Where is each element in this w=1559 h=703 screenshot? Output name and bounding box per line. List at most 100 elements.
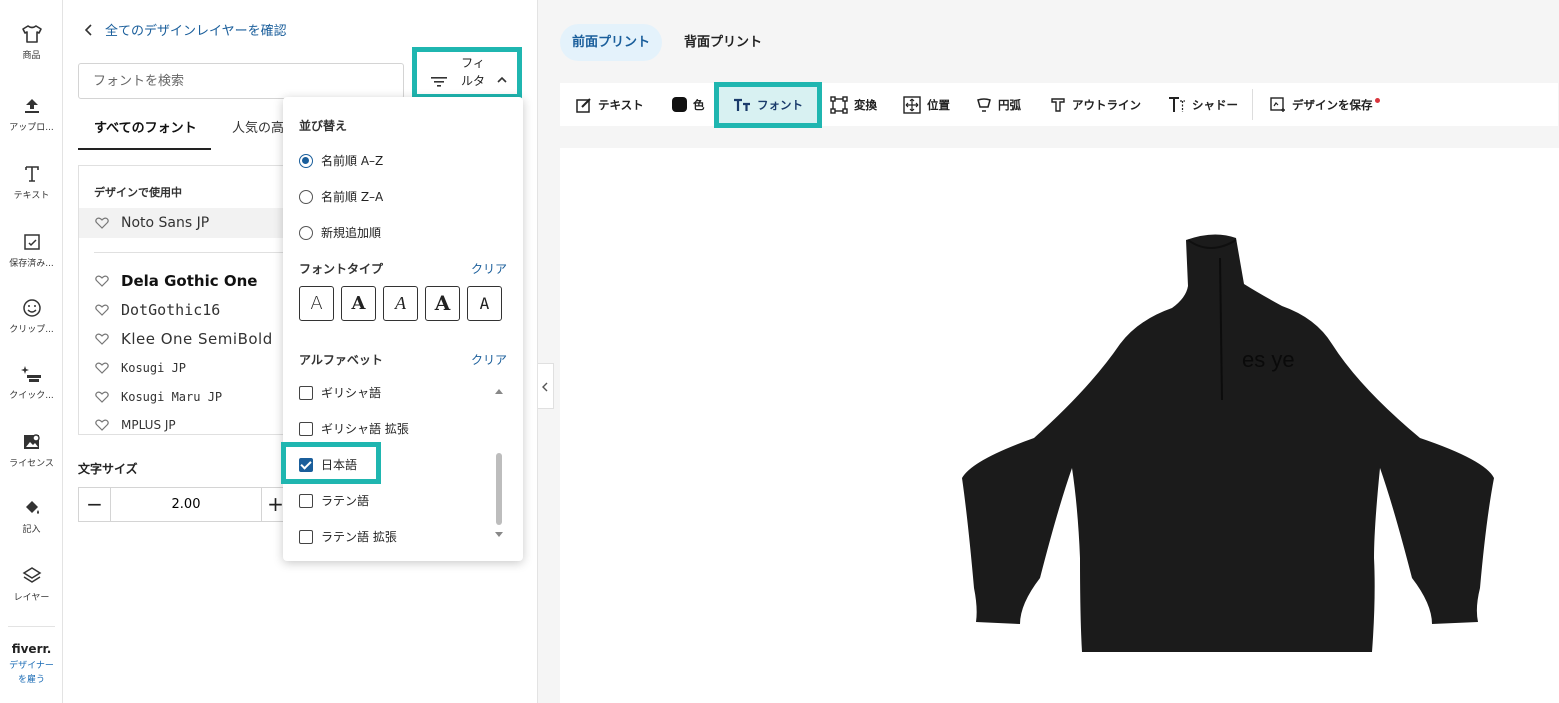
heart-icon[interactable] <box>95 333 109 345</box>
tool-text[interactable]: テキスト <box>576 83 644 126</box>
font-name: Klee One SemiBold <box>121 330 273 348</box>
alphabet-label: ギリシャ語 拡張 <box>321 422 409 436</box>
rail-item-layers[interactable]: レイヤー <box>0 566 63 603</box>
checkbox[interactable] <box>299 493 313 508</box>
alphabet-latin[interactable]: ラテン語 <box>299 492 369 509</box>
font-name: MPLUS JP <box>121 418 176 432</box>
sort-option-az[interactable]: 名前順 A–Z <box>299 152 383 169</box>
filter-button[interactable]: フィ ルタ <box>412 47 522 99</box>
font-type-display[interactable]: A <box>425 286 460 321</box>
font-item[interactable]: Kosugi JP <box>79 353 308 383</box>
font-type-serif[interactable]: A <box>341 286 376 321</box>
hire-designer-line1: デザイナー <box>9 661 54 671</box>
garment-print-text: es ye <box>1242 347 1295 372</box>
radio[interactable] <box>299 189 313 204</box>
font-type-title: フォントタイプ <box>299 262 384 276</box>
heart-icon[interactable] <box>95 304 109 316</box>
hire-designer-link[interactable]: fiverr. デザイナー を雇う <box>0 642 63 687</box>
font-type-clear-link[interactable]: クリア <box>471 260 507 277</box>
font-item[interactable]: Dela Gothic One <box>79 266 308 296</box>
alphabet-scrollbar[interactable] <box>493 387 505 547</box>
collapse-panel-button[interactable] <box>538 363 554 409</box>
tool-transform[interactable]: 変換 <box>830 83 877 126</box>
rail-item-fill[interactable]: 記入 <box>0 498 63 535</box>
fiverr-logo: fiverr. <box>11 642 52 656</box>
tool-label: テキスト <box>598 97 644 112</box>
radio-selected[interactable] <box>299 153 313 168</box>
tool-shadow[interactable]: シャドー <box>1168 83 1238 126</box>
heart-icon[interactable] <box>95 217 109 229</box>
tab-all-fonts[interactable]: すべてのフォント <box>78 112 211 150</box>
rail-label: テキスト <box>13 191 50 201</box>
text-icon <box>24 166 39 182</box>
rail-divider <box>8 626 55 627</box>
rail-label: 商品 <box>22 51 41 61</box>
heart-icon[interactable] <box>95 275 109 287</box>
tab-back-print[interactable]: 背面プリント <box>672 24 774 61</box>
alphabet-greek[interactable]: ギリシャ語 <box>299 384 381 401</box>
scrollbar-thumb[interactable] <box>496 453 502 525</box>
sort-option-newest[interactable]: 新規追加順 <box>299 224 381 241</box>
font-type-mono[interactable]: A <box>467 286 502 321</box>
sort-option-label: 新規追加順 <box>321 226 382 240</box>
font-type-sans[interactable]: A <box>299 286 334 321</box>
checkbox[interactable] <box>299 529 313 544</box>
save-design-icon <box>1270 96 1285 112</box>
checkbox[interactable] <box>299 385 313 400</box>
tab-front-print[interactable]: 前面プリント <box>560 24 663 61</box>
radio[interactable] <box>299 225 313 240</box>
tool-color[interactable]: 色 <box>672 83 705 126</box>
font-type-script[interactable]: A <box>383 286 418 321</box>
rail-item-upload[interactable]: アップロ... <box>0 96 63 133</box>
heart-icon[interactable] <box>95 362 109 374</box>
scroll-up-icon[interactable] <box>493 387 505 395</box>
tool-font[interactable]: フォント <box>714 82 822 128</box>
rail-item-clipart[interactable]: クリップ... <box>0 298 63 335</box>
alphabet-latin-extended[interactable]: ラテン語 拡張 <box>299 528 397 545</box>
tab-popular[interactable]: 人気の高 <box>232 112 284 150</box>
rail-item-product[interactable]: 商品 <box>0 24 63 61</box>
transform-icon <box>830 95 848 114</box>
font-type-options: A A A A A <box>299 286 502 321</box>
alphabet-clear-link[interactable]: クリア <box>471 351 507 368</box>
checkbox[interactable] <box>299 421 313 436</box>
sort-option-za[interactable]: 名前順 Z–A <box>299 188 383 205</box>
font-search-input[interactable] <box>78 63 404 99</box>
tool-label: アウトライン <box>1072 97 1141 112</box>
font-size-input[interactable] <box>111 488 261 521</box>
font-list: デザインで使用中 Noto Sans JP Dela Gothic One Do… <box>78 165 308 435</box>
rail-label: レイヤー <box>13 593 50 603</box>
heart-icon[interactable] <box>95 419 109 431</box>
font-size-stepper: − + <box>78 487 288 522</box>
save-design-button[interactable]: デザインを保存 <box>1270 83 1380 126</box>
tool-position[interactable]: 位置 <box>903 83 950 126</box>
decrease-button[interactable]: − <box>79 488 111 521</box>
font-item[interactable]: MPLUS JP <box>79 410 308 434</box>
tool-arc[interactable]: 円弧 <box>976 83 1021 126</box>
heart-icon[interactable] <box>95 391 109 403</box>
rail-label: 記入 <box>22 525 41 535</box>
rail-item-saved[interactable]: 保存済み... <box>0 232 63 269</box>
font-item-in-use[interactable]: Noto Sans JP <box>79 208 308 238</box>
font-item[interactable]: Kosugi Maru JP <box>79 382 308 412</box>
license-image-icon <box>23 434 40 449</box>
rail-item-quick[interactable]: クイック... <box>0 364 63 401</box>
position-icon <box>903 95 921 114</box>
alphabet-greek-extended[interactable]: ギリシャ語 拡張 <box>299 420 409 437</box>
rail-label: クリップ... <box>9 325 54 335</box>
scroll-down-icon[interactable] <box>493 531 505 539</box>
in-use-title: デザインで使用中 <box>94 186 182 199</box>
rail-item-text[interactable]: テキスト <box>0 164 63 201</box>
rail-item-license[interactable]: ライセンス <box>0 432 63 469</box>
smiley-icon <box>22 299 41 317</box>
tool-outline[interactable]: アウトライン <box>1050 83 1141 126</box>
rail-label: クイック... <box>9 391 54 401</box>
design-canvas[interactable]: es ye <box>560 148 1559 703</box>
outline-icon <box>1051 97 1065 112</box>
font-item[interactable]: DotGothic16 <box>79 295 308 325</box>
print-side-tabs: 前面プリント 背面プリント <box>560 24 774 61</box>
tool-label: シャドー <box>1192 97 1238 112</box>
sort-option-label: 名前順 Z–A <box>321 190 384 204</box>
back-to-layers-link[interactable]: 全てのデザインレイヤーを確認 <box>85 20 287 39</box>
font-item[interactable]: Klee One SemiBold <box>79 324 308 354</box>
